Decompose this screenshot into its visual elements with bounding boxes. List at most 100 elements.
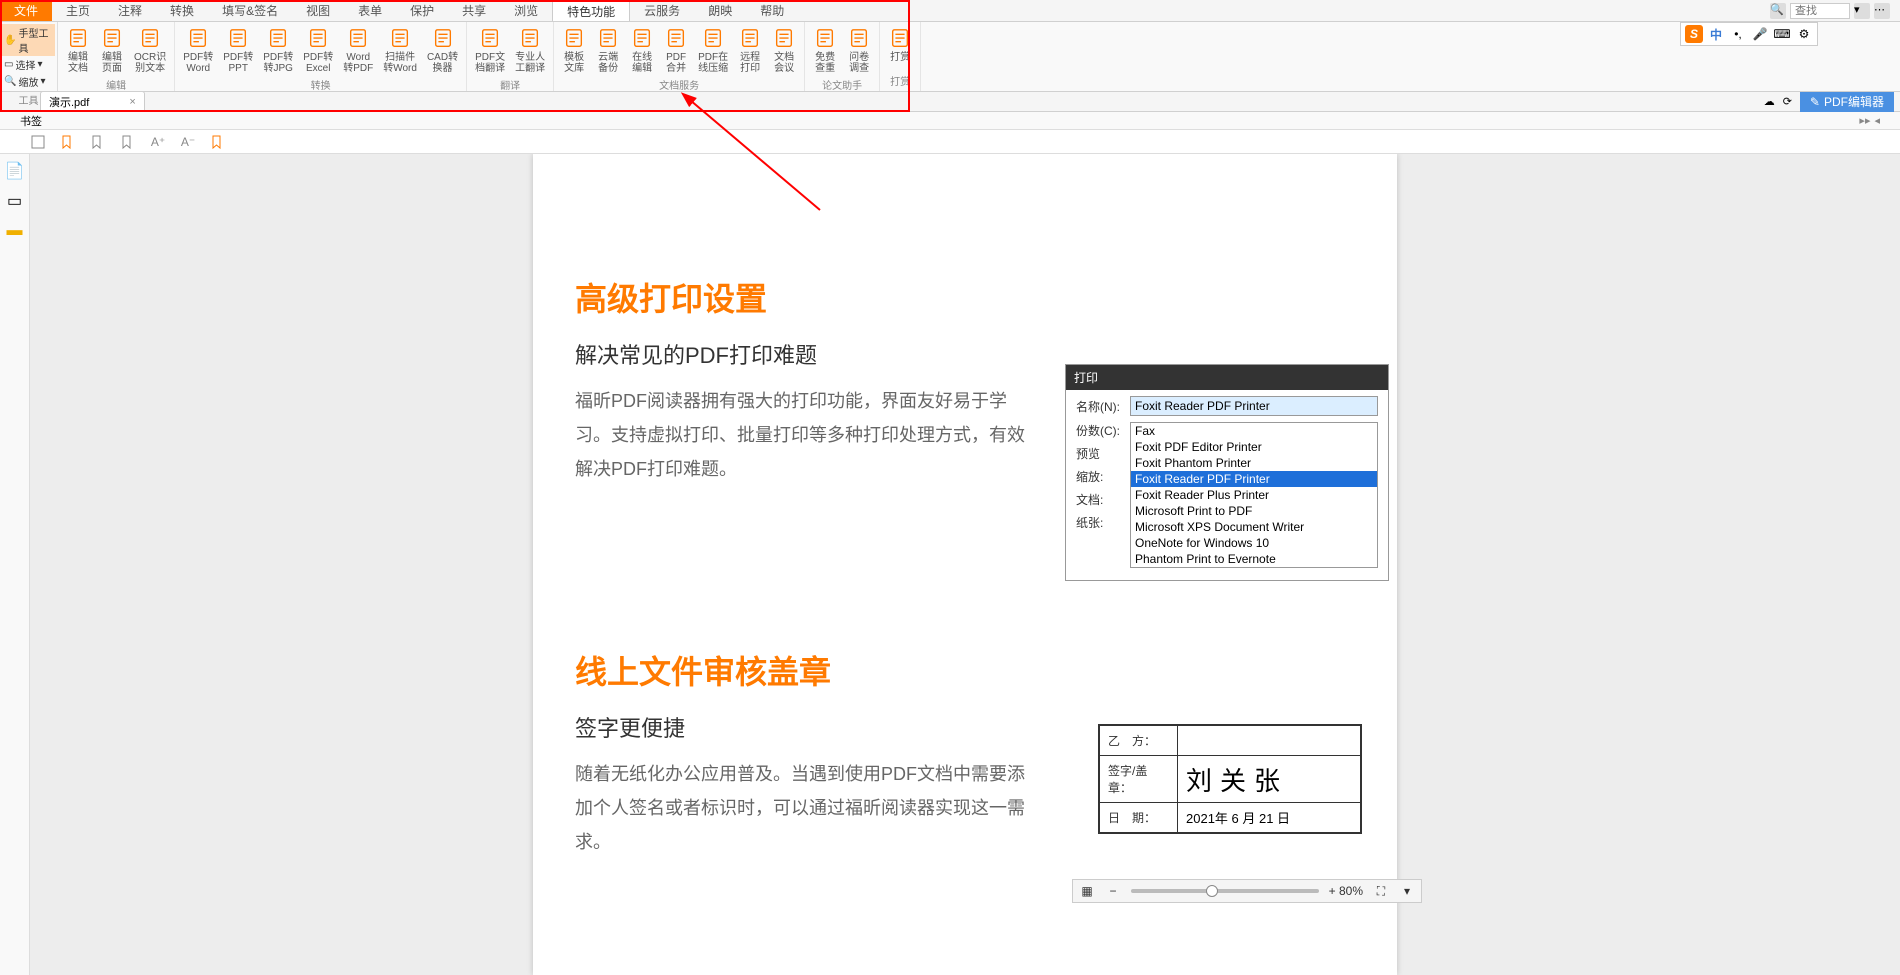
ribbon-edit-page[interactable]: 编辑 页面 [96, 24, 128, 76]
menu-tab-file[interactable]: 文件 [0, 0, 52, 21]
ime-mic-icon[interactable]: 🎤 [1751, 25, 1769, 43]
chevron-down-icon[interactable]: ▾ [1399, 883, 1415, 899]
rail-page-icon[interactable]: 📄 [6, 162, 24, 180]
ocr-label: OCR识 别文本 [134, 52, 166, 74]
dropdown-icon[interactable]: ▾ [1854, 3, 1870, 19]
menu-tab-convert[interactable]: 转换 [156, 0, 208, 21]
fullscreen-icon[interactable]: ⛶ [1373, 883, 1389, 899]
ribbon-pdf-compress[interactable]: PDF在 线压缩 [694, 24, 732, 76]
panel-left-icon[interactable]: ◂ [1874, 114, 1880, 127]
menu-tab-read[interactable]: 朗映 [694, 0, 746, 21]
free-check-icon [813, 26, 837, 50]
ribbon-cloud-backup[interactable]: 云端 备份 [592, 24, 624, 76]
ribbon-human-trans[interactable]: 专业人 工翻译 [511, 24, 549, 76]
printer-option[interactable]: Phantom Print to Evernote [1131, 551, 1377, 567]
menu-tab-form[interactable]: 表单 [344, 0, 396, 21]
ribbon-edit-doc[interactable]: 编辑 文档 [62, 24, 94, 76]
font-decrease-icon[interactable]: A⁻ [180, 134, 196, 150]
search-icon[interactable]: 🔍 [1770, 3, 1786, 19]
sync-icon[interactable]: ⟳ [1783, 95, 1792, 108]
ime-settings-icon[interactable]: ⚙ [1795, 25, 1813, 43]
printer-list[interactable]: FaxFoxit PDF Editor PrinterFoxit Phantom… [1130, 422, 1378, 568]
print-name-label: 名称(N): [1076, 398, 1126, 415]
rail-note-icon[interactable]: ▬ [6, 222, 24, 240]
zoom-tool[interactable]: 🔍缩放▾ [2, 73, 55, 90]
close-icon[interactable]: × [129, 96, 135, 108]
ribbon-word2pdf[interactable]: Word 转PDF [339, 24, 377, 76]
printer-option[interactable]: Microsoft XPS Document Writer [1131, 519, 1377, 535]
pdf-editor-button[interactable]: ✎ PDF编辑器 [1800, 91, 1894, 112]
ribbon-pdf-trans[interactable]: PDF文 档翻译 [471, 24, 509, 76]
print-paper-label: 纸张: [1076, 514, 1126, 531]
cloud-icon[interactable]: ☁ [1764, 95, 1775, 108]
word2pdf-label: Word 转PDF [343, 52, 373, 74]
ribbon-online-edit[interactable]: 在线 编辑 [626, 24, 658, 76]
free-check-label: 免费 查重 [815, 52, 835, 74]
bookmark-more-icon[interactable] [210, 134, 226, 150]
ime-keyboard-icon[interactable]: ⌨ [1773, 25, 1791, 43]
printer-option[interactable]: Microsoft Print to PDF [1131, 503, 1377, 519]
group-label: 翻译 [500, 76, 520, 93]
menu-tab-view[interactable]: 视图 [292, 0, 344, 21]
ribbon-pdf2excel[interactable]: PDF转 Excel [299, 24, 337, 76]
ribbon-pdf2ppt[interactable]: PDF转 PPT [219, 24, 257, 76]
ribbon-doc-meeting[interactable]: 文档 会议 [768, 24, 800, 76]
ribbon-qa[interactable]: 问卷 调查 [843, 24, 875, 76]
menu-tab-fillsign[interactable]: 填写&签名 [208, 0, 292, 21]
ribbon-cad[interactable]: CAD转 换器 [423, 24, 462, 76]
zoom-thumb[interactable] [1206, 885, 1218, 897]
printer-option[interactable]: Foxit Reader PDF Printer [1131, 471, 1377, 487]
select-tool[interactable]: ▭选择▾ [2, 56, 55, 73]
cloud-backup-icon [596, 26, 620, 50]
ribbon-remote-print[interactable]: 远程 打印 [734, 24, 766, 76]
panel-collapse-icon[interactable]: ▸▸ [1859, 114, 1870, 127]
menu-tab-cloud[interactable]: 云服务 [630, 0, 694, 21]
bookmark-collapse-icon[interactable] [120, 134, 136, 150]
ribbon-pdf2jpg[interactable]: PDF转 转JPG [259, 24, 297, 76]
online-edit-icon [630, 26, 654, 50]
date-value: 2021年 6 月 21 日 [1178, 803, 1360, 832]
layout-icon[interactable]: ▦ [1079, 883, 1095, 899]
font-increase-icon[interactable]: A⁺ [150, 134, 166, 150]
bookmark-expand-icon[interactable] [90, 134, 106, 150]
ime-lang[interactable]: 中 [1707, 25, 1725, 43]
ribbon-template[interactable]: 模板 文库 [558, 24, 590, 76]
ribbon-scan2word[interactable]: 扫描件 转Word [379, 24, 421, 76]
rail-thumb-icon[interactable]: ▭ [6, 192, 24, 210]
print-name-combo[interactable]: Foxit Reader PDF Printer [1130, 396, 1378, 416]
printer-option[interactable]: Foxit PDF Editor Printer [1131, 439, 1377, 455]
document-area[interactable]: 高级打印设置 解决常见的PDF打印难题 福昕PDF阅读器拥有强大的打印功能，界面… [30, 154, 1900, 975]
ribbon-free-check[interactable]: 免费 查重 [809, 24, 841, 76]
bookmark-add-icon[interactable] [60, 134, 76, 150]
menu-tab-help[interactable]: 帮助 [746, 0, 798, 21]
ribbon-ocr[interactable]: OCR识 别文本 [130, 24, 170, 76]
ribbon-pdf2word[interactable]: PDF转 Word [179, 24, 217, 76]
ime-logo-icon[interactable]: S [1685, 25, 1703, 43]
ribbon-group-翻译: PDF文 档翻译专业人 工翻译翻译 [467, 22, 554, 91]
human-trans-label: 专业人 工翻译 [515, 52, 545, 74]
menu-tab-protect[interactable]: 保护 [396, 0, 448, 21]
printer-option[interactable]: Fax [1131, 423, 1377, 439]
ime-punct-icon[interactable]: •, [1729, 25, 1747, 43]
more-icon[interactable]: ⋯ [1874, 3, 1890, 19]
menu-tab-annot[interactable]: 注释 [104, 0, 156, 21]
printer-option[interactable]: Foxit Reader Plus Printer [1131, 487, 1377, 503]
bookmark-icon[interactable] [30, 134, 46, 150]
ribbon-pdf-merge[interactable]: PDF 合并 [660, 24, 692, 76]
template-label: 模板 文库 [564, 52, 584, 74]
menu-tab-feature[interactable]: 特色功能 [552, 0, 630, 21]
doc-tab[interactable]: 演示.pdf × [40, 91, 145, 112]
printer-option[interactable]: OneNote for Windows 10 [1131, 535, 1377, 551]
printer-option[interactable]: Foxit Phantom Printer [1131, 455, 1377, 471]
sign-label: 签字/盖章： [1100, 756, 1178, 802]
hand-tool[interactable]: ✋手型工具 [2, 24, 55, 56]
menu-tab-browse[interactable]: 浏览 [500, 0, 552, 21]
zoom-slider[interactable] [1131, 889, 1319, 893]
menu-tab-home[interactable]: 主页 [52, 0, 104, 21]
print-dialog: 打印 名称(N): Foxit Reader PDF Printer 份数(C)… [1065, 364, 1389, 581]
zoom-out-icon[interactable]: − [1105, 883, 1121, 899]
menu-tab-share[interactable]: 共享 [448, 0, 500, 21]
template-icon [562, 26, 586, 50]
search-input[interactable] [1790, 3, 1850, 19]
ribbon-reward[interactable]: 打赏 [884, 24, 916, 72]
